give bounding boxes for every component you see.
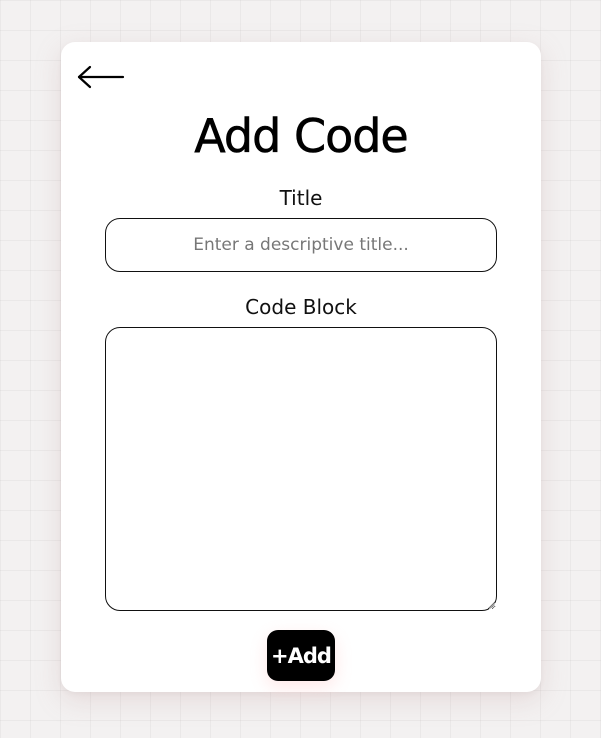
title-input[interactable]: [105, 218, 497, 272]
title-label: Title: [279, 186, 323, 210]
code-block-textarea[interactable]: [105, 327, 497, 611]
add-button[interactable]: +Add: [267, 630, 335, 681]
page-title: Add Code: [194, 108, 409, 164]
code-block-label: Code Block: [245, 295, 357, 319]
arrow-left-icon: [77, 65, 125, 89]
back-button[interactable]: [76, 64, 126, 90]
add-code-card: Add Code Title Code Block +Add: [61, 42, 541, 692]
